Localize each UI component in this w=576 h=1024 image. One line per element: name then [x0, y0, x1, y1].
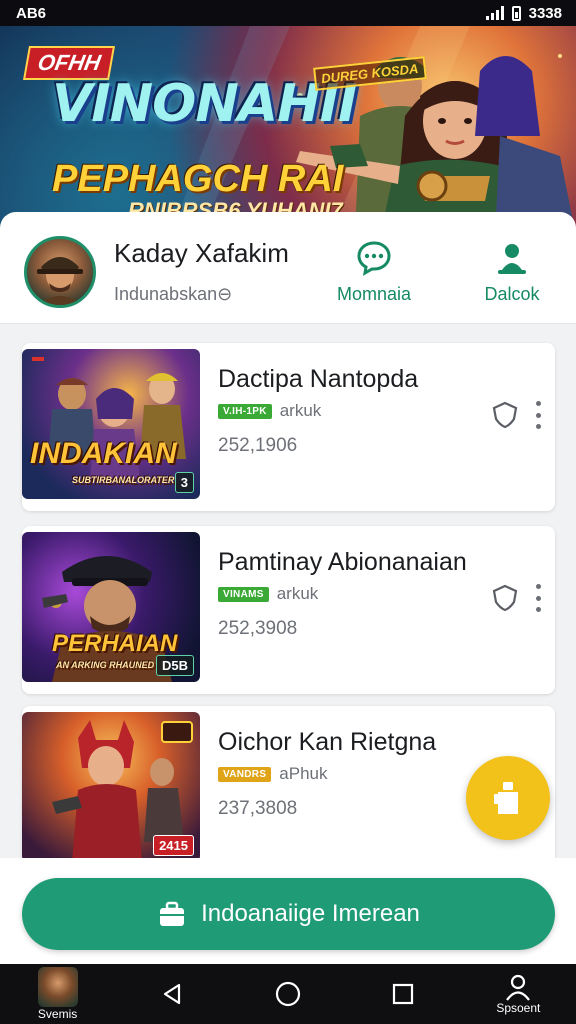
- game-tag: V.IH-1PK: [218, 403, 272, 419]
- status-bar: AB6 3338: [0, 0, 576, 26]
- nav-profile-thumbnail: [37, 967, 78, 1007]
- game-thumbnail: 2415: [22, 712, 200, 862]
- game-thumbnail: PERHAIAN AN ARKING RHAUNED D5B: [22, 532, 200, 682]
- more-options-icon[interactable]: [530, 584, 546, 612]
- contact-label: Dalcok: [484, 284, 540, 304]
- game-publisher: aPhuk: [279, 764, 328, 783]
- back-triangle-icon: [163, 983, 180, 1005]
- game-thumbnail: INDAKIAN SUBTIRBANALORATER 3: [22, 349, 200, 499]
- messages-button[interactable]: Momnaia: [324, 238, 424, 305]
- banner-subtitle: PEPHAGCH RAI: [52, 158, 344, 200]
- battery-icon: [511, 5, 521, 21]
- game-count: 252,3908: [218, 618, 298, 639]
- game-title: Oichor Kan Rietgna: [218, 728, 437, 756]
- shield-icon[interactable]: [492, 584, 518, 612]
- status-time: 3338: [528, 4, 562, 22]
- recents-button[interactable]: [363, 964, 443, 1024]
- thumbnail-badge: 2415: [153, 835, 194, 856]
- game-count: 252,1906: [218, 435, 298, 456]
- briefcase-icon: [160, 901, 185, 926]
- game-tag: VINAMS: [218, 586, 269, 602]
- shield-icon[interactable]: [492, 401, 518, 429]
- hero-banner[interactable]: OFHH VINONAHII PEPHAGCH RAI RNIBRSB6 YUH…: [0, 26, 576, 236]
- messages-label: Momnaia: [336, 284, 412, 304]
- game-meta: VINAMS arkuk: [218, 584, 318, 604]
- primary-action-label: Indoanaiige Imerean: [201, 900, 420, 927]
- more-options-icon[interactable]: [530, 401, 546, 429]
- thumbnail-title: INDAKIAN: [30, 437, 177, 470]
- list-item[interactable]: INDAKIAN SUBTIRBANALORATER 3 Dactipa Nan…: [22, 343, 555, 511]
- person-icon: [506, 974, 531, 1001]
- chat-bubble-icon: [354, 238, 394, 278]
- profile-handle: Indunabskan⊖: [114, 284, 233, 304]
- profile-name: Kaday Xafakim: [114, 238, 289, 268]
- bottle-icon: [494, 782, 518, 814]
- game-title: Dactipa Nantopda: [218, 365, 419, 393]
- home-circle-icon: [275, 981, 301, 1007]
- recents-square-icon: [393, 983, 414, 1005]
- signal-icon: [485, 6, 504, 20]
- banner-title: VINONAHII: [52, 74, 357, 134]
- game-meta: VANDRS aPhuk: [218, 764, 328, 784]
- back-button[interactable]: [133, 964, 213, 1024]
- game-title: Pamtinay Abionanaian: [218, 548, 467, 576]
- game-meta: V.IH-1PK arkuk: [218, 401, 321, 421]
- home-button[interactable]: [248, 964, 328, 1024]
- navigation-bar: Svemis Spsoent: [0, 964, 576, 1024]
- floating-action-button[interactable]: [466, 756, 550, 840]
- thumbnail-title: PERHAIAN: [52, 630, 178, 657]
- thumbnail-badge: 3: [174, 472, 194, 493]
- person-pin-icon: [492, 238, 532, 278]
- game-count: 237,3808: [218, 798, 298, 819]
- status-icons: 3338: [485, 4, 562, 22]
- nav-account[interactable]: Spsoent: [478, 964, 558, 1024]
- nav-profile-label: Svemis: [37, 1007, 78, 1021]
- nav-profile[interactable]: Svemis: [18, 964, 98, 1024]
- list-item[interactable]: PERHAIAN AN ARKING RHAUNED D5B Pamtinay …: [22, 526, 555, 694]
- primary-action-button[interactable]: Indoanaiige Imerean: [22, 878, 555, 950]
- game-tag: VANDRS: [218, 766, 272, 782]
- game-publisher: arkuk: [279, 401, 322, 420]
- status-left-text: AB6: [16, 4, 47, 22]
- contact-button[interactable]: Dalcok: [462, 238, 562, 305]
- avatar[interactable]: [24, 236, 96, 308]
- thumbnail-badge: D5B: [155, 655, 194, 676]
- avatar-portrait: [37, 257, 83, 305]
- game-publisher: arkuk: [276, 584, 319, 603]
- nav-account-label: Spsoent: [496, 1001, 541, 1015]
